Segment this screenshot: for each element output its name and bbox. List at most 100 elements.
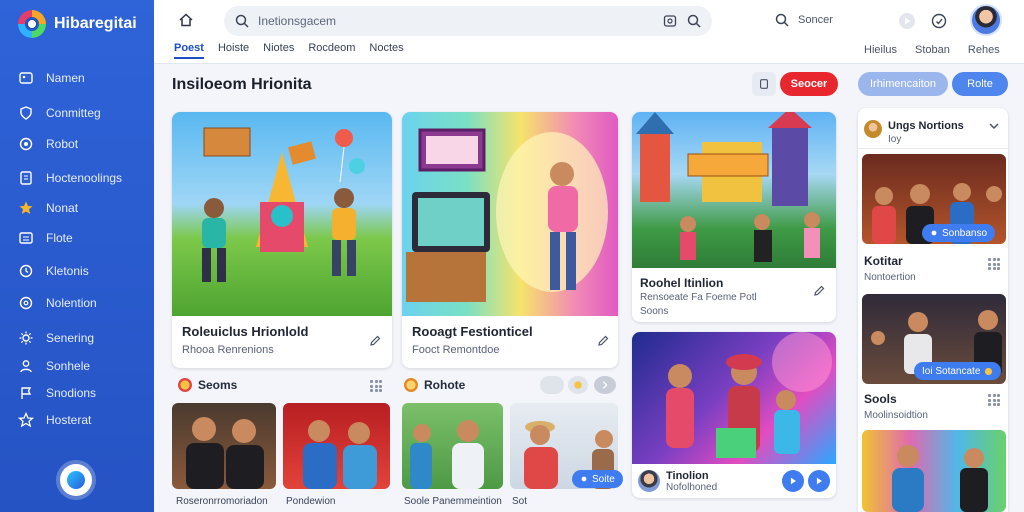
media-caption: Sot xyxy=(512,496,528,507)
home-icon[interactable] xyxy=(176,10,196,30)
sidebar-item-flote[interactable]: Flote xyxy=(18,230,73,246)
card-meta: Soons xyxy=(640,306,669,317)
tab-niotes[interactable]: Niotes xyxy=(263,42,294,59)
content-card[interactable]: Roohel Itinlion Rensoeate Fa Foeme Potl … xyxy=(632,112,836,322)
edit-icon[interactable] xyxy=(368,334,382,348)
sidebar-item-hoctenoolings[interactable]: Hoctenoolings xyxy=(18,170,122,186)
content-card[interactable]: Rooagt Festionticel Fooct Remontdoe xyxy=(402,112,618,368)
tab-rehes[interactable]: Rehes xyxy=(968,44,1000,56)
sidebar-item-hosterat[interactable]: Hosterat xyxy=(18,412,91,428)
panel-item-title[interactable]: Kotitar xyxy=(864,254,903,268)
assistant-button[interactable] xyxy=(60,464,92,496)
status-badge-label: Sonbanso xyxy=(942,227,988,239)
chevron-right-icon xyxy=(602,381,608,389)
copy-icon xyxy=(760,79,768,89)
emoji-button[interactable] xyxy=(568,376,588,394)
section-header: Rohote xyxy=(404,378,465,392)
section-title[interactable]: Seoms xyxy=(198,378,237,392)
tab-hieilus[interactable]: Hieilus xyxy=(864,44,897,56)
secondary-search[interactable]: Soncer xyxy=(774,12,833,28)
grid-menu-icon[interactable] xyxy=(988,394,1000,406)
video-title[interactable]: Tinolion xyxy=(666,470,709,482)
chevron-down-icon[interactable] xyxy=(988,120,1000,132)
play-icon xyxy=(790,477,796,485)
star-icon xyxy=(18,200,34,216)
star-outline-icon xyxy=(18,412,34,428)
card-title[interactable]: Roohel Itinlion xyxy=(640,276,723,290)
user-avatar[interactable] xyxy=(970,4,1002,36)
search-icon xyxy=(774,12,790,28)
sidebar-item-namen[interactable]: Namen xyxy=(18,70,85,86)
tertiary-button[interactable]: Rolte xyxy=(952,72,1008,96)
media-thumbnail[interactable] xyxy=(283,403,390,489)
toggle-button[interactable] xyxy=(540,376,564,394)
status-badge[interactable]: Soite xyxy=(572,470,623,488)
panel-item-subtitle: Moolinsoidtion xyxy=(864,410,928,421)
card-subtitle: Fooct Remontdoe xyxy=(412,344,500,356)
tab-poest[interactable]: Poest xyxy=(174,42,204,59)
secondary-button[interactable]: Irhimencaiton xyxy=(858,72,948,96)
secondary-tabs: Hieilus Stoban Rehes xyxy=(864,44,1000,56)
grid-menu-icon[interactable] xyxy=(370,380,382,392)
next-button[interactable] xyxy=(808,470,830,492)
status-badge-label: Soite xyxy=(592,473,615,485)
media-thumbnail[interactable] xyxy=(172,403,276,489)
sidebar-item-senering[interactable]: Senering xyxy=(18,330,94,346)
tab-rocdeom[interactable]: Rocdeom xyxy=(308,42,355,59)
sidebar-item-sonhele[interactable]: Sonhele xyxy=(18,358,90,374)
list-icon xyxy=(18,230,34,246)
notification-icon[interactable] xyxy=(930,12,948,30)
status-badge-label: Ioi Sotancate xyxy=(922,365,981,377)
copy-button[interactable] xyxy=(752,72,776,96)
target-icon xyxy=(18,136,34,152)
sidebar-item-label: Senering xyxy=(46,331,95,345)
sidebar-item-label: Sonhele xyxy=(46,359,91,373)
sidebar-item-label: Hosterat xyxy=(46,413,92,427)
play-button[interactable] xyxy=(782,470,804,492)
play-icon[interactable] xyxy=(898,12,916,30)
clock-icon xyxy=(18,263,34,279)
sidebar-item-nonat[interactable]: Nonat xyxy=(18,200,78,216)
status-badge[interactable]: Sonbanso xyxy=(922,224,996,242)
card-title[interactable]: Roleuiclus Hrionlold xyxy=(182,324,308,339)
status-badge[interactable]: Ioi Sotancate xyxy=(914,362,1002,380)
edit-icon[interactable] xyxy=(812,284,826,298)
media-thumbnail[interactable] xyxy=(402,403,503,489)
search-input[interactable]: Inetionsgacem xyxy=(258,14,654,28)
sidebar-item-snodions[interactable]: Snodions xyxy=(18,385,96,401)
sidebar-item-conmitteg[interactable]: Conmitteg xyxy=(18,105,101,121)
panel-item-title[interactable]: Sools xyxy=(864,392,897,406)
content-card[interactable]: Roleuiclus Hrionlold Rhooa Renrenions xyxy=(172,112,392,368)
next-arrow-button[interactable] xyxy=(594,376,616,394)
search-bar[interactable]: Inetionsgacem xyxy=(224,6,712,36)
primary-button[interactable]: Seocer xyxy=(780,72,838,96)
sidebar-item-kletonis[interactable]: Kletonis xyxy=(18,263,89,279)
card-title[interactable]: Rooagt Festionticel xyxy=(412,324,533,339)
sidebar: Hibaregitai Namen Conmitteg Robot Hocten… xyxy=(0,0,154,512)
tag-icon xyxy=(581,476,587,482)
sidebar-item-nolention[interactable]: Nolention xyxy=(18,295,97,311)
card-subtitle: Rensoeate Fa Foeme Potl xyxy=(640,292,757,303)
search-icon xyxy=(234,13,250,29)
video-subtitle: Nofolhoned xyxy=(666,482,718,493)
image-search-icon[interactable] xyxy=(662,13,678,29)
panel-title[interactable]: Ungs Nortions xyxy=(888,120,964,132)
media-thumbnail[interactable] xyxy=(862,430,1006,512)
page-title: Insiloeom Hrionita xyxy=(172,76,312,93)
section-title[interactable]: Rohote xyxy=(424,378,465,392)
tab-stoban[interactable]: Stoban xyxy=(915,44,950,56)
channel-avatar[interactable] xyxy=(638,470,660,492)
media-caption: Soole Panemmeintion xyxy=(404,496,502,507)
sidebar-item-robot[interactable]: Robot xyxy=(18,136,78,152)
brand[interactable]: Hibaregitai xyxy=(18,10,137,38)
search-submit-icon[interactable] xyxy=(686,13,702,29)
video-card[interactable]: Tinolion Nofolhoned xyxy=(632,332,836,498)
edit-icon[interactable] xyxy=(596,334,610,348)
tab-hoiste[interactable]: Hoiste xyxy=(218,42,249,59)
top-bar: Inetionsgacem Poest Hoiste Niotes Rocdeo… xyxy=(154,0,1024,64)
sidebar-item-label: Kletonis xyxy=(46,264,89,278)
tab-noctes[interactable]: Noctes xyxy=(369,42,403,59)
grid-menu-icon[interactable] xyxy=(988,258,1000,270)
divider xyxy=(858,148,1008,149)
media-caption: Roseronrromoriadon xyxy=(176,496,268,507)
